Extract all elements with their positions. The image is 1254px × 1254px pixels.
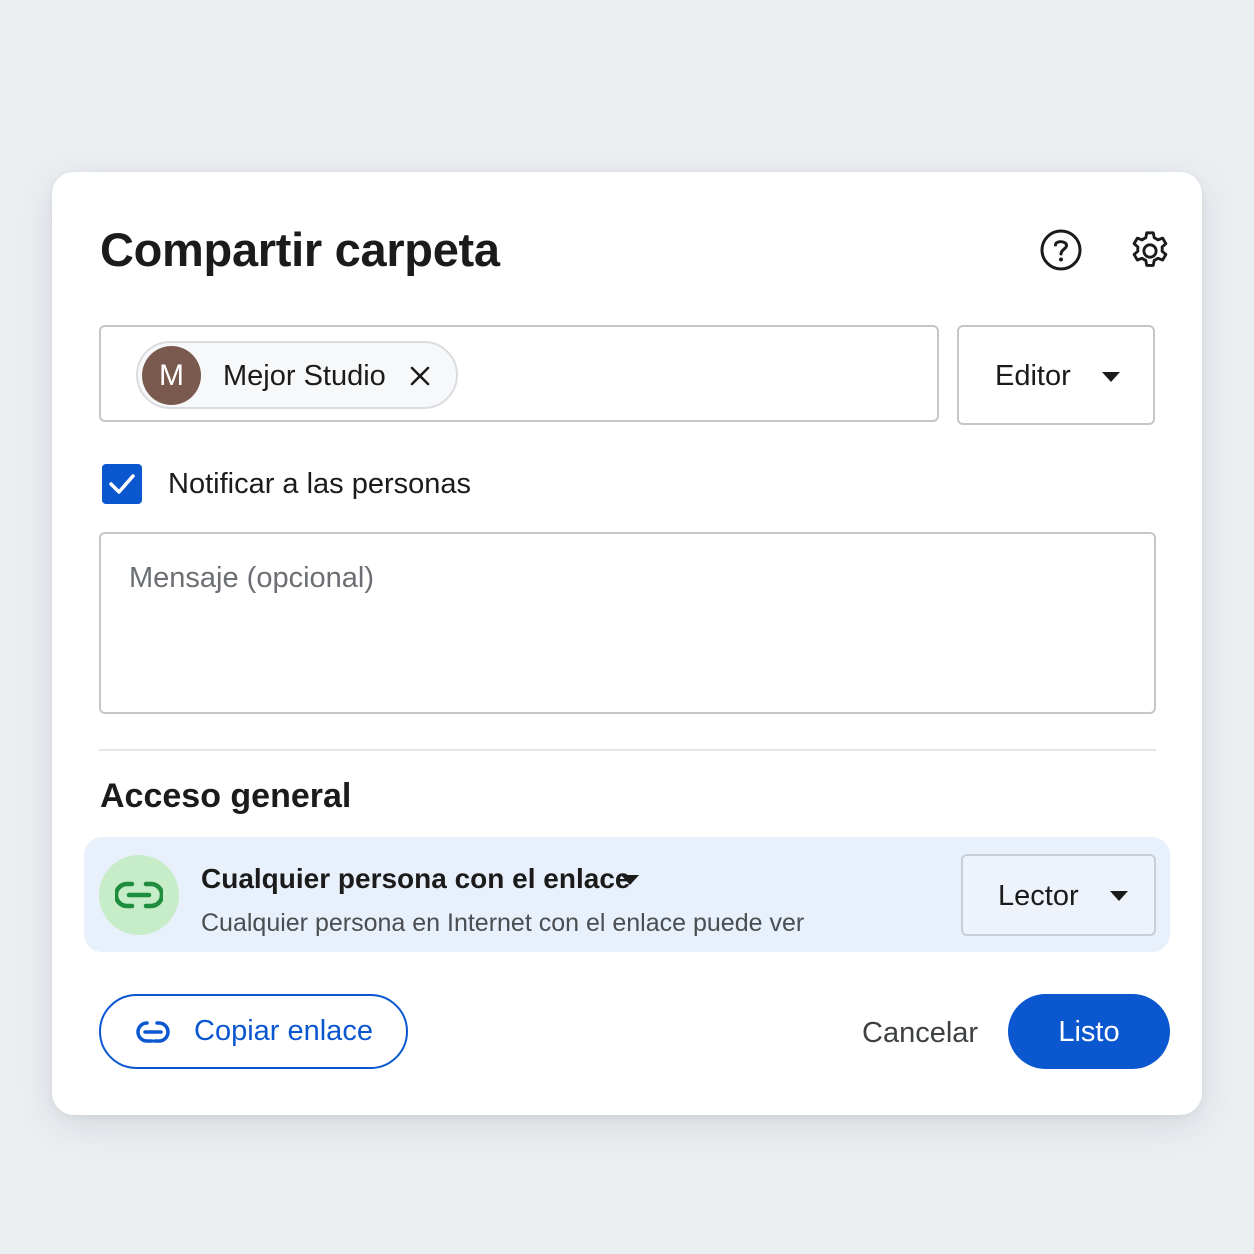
done-label: Listo <box>1058 1016 1120 1048</box>
link-icon <box>136 1021 170 1043</box>
recipients-input[interactable]: M Mejor Studio <box>99 325 939 422</box>
notify-label: Notificar a las personas <box>168 468 472 500</box>
message-input[interactable] <box>99 532 1156 714</box>
general-access-heading: Acceso general <box>100 777 352 815</box>
copy-link-button[interactable]: Copiar enlace <box>99 994 408 1069</box>
done-button[interactable]: Listo <box>1008 994 1170 1069</box>
access-scope-dropdown[interactable]: Cualquier persona con el enlace <box>201 863 630 895</box>
recipient-name: Mejor Studio <box>223 360 386 392</box>
notify-checkbox[interactable] <box>102 464 142 504</box>
general-access-row: Cualquier persona con el enlace Cualquie… <box>84 837 1170 952</box>
gear-icon[interactable] <box>1127 228 1173 274</box>
chevron-down-icon <box>1110 891 1128 901</box>
access-role-label: Lector <box>998 880 1079 912</box>
cancel-button[interactable]: Cancelar <box>862 1017 978 1050</box>
role-label: Editor <box>995 360 1071 392</box>
recipient-chip[interactable]: M Mejor Studio <box>136 341 458 409</box>
access-description: Cualquier persona en Internet con el enl… <box>201 909 805 937</box>
share-dialog: Compartir carpeta M Mejor Studio Editor … <box>52 172 1202 1115</box>
dialog-title: Compartir carpeta <box>100 223 500 276</box>
copy-link-label: Copiar enlace <box>194 1015 373 1047</box>
divider <box>99 749 1156 751</box>
chevron-down-icon[interactable] <box>621 875 639 885</box>
link-icon <box>115 881 163 909</box>
avatar: M <box>142 346 201 405</box>
close-icon[interactable] <box>408 364 432 388</box>
role-dropdown[interactable]: Editor <box>957 325 1155 425</box>
check-icon <box>109 474 135 494</box>
access-role-dropdown[interactable]: Lector <box>961 854 1156 936</box>
chevron-down-icon <box>1102 372 1120 382</box>
link-icon-badge <box>99 855 179 935</box>
help-icon[interactable] <box>1039 228 1083 272</box>
